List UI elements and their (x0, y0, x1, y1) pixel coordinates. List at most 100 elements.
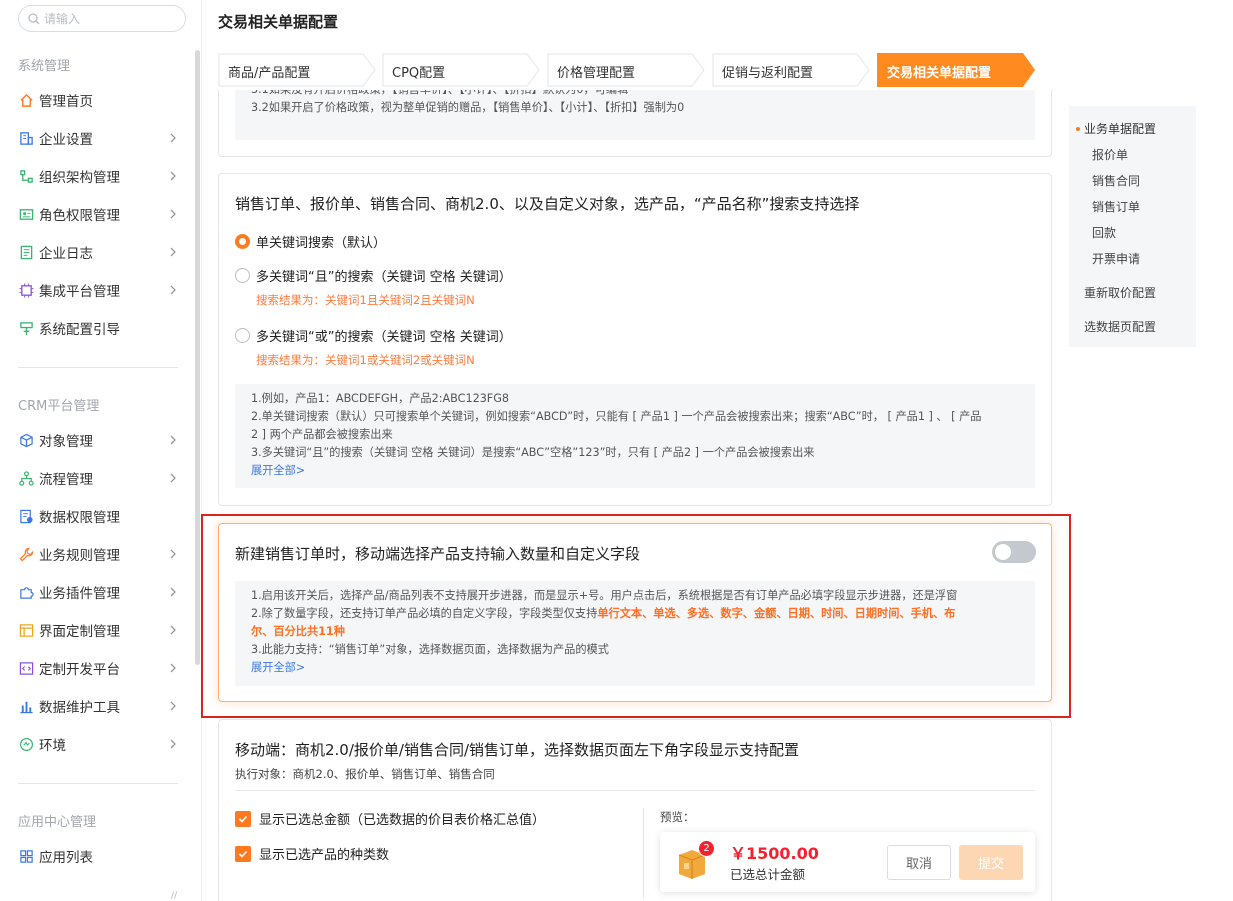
sidebar: 系统管理 管理首页 企业设置 组织架构管理 角色权限管理 企业日志 集成平台 (0, 0, 202, 901)
sidebar-item-role[interactable]: 角色权限管理 (18, 199, 183, 229)
sidebar-item-label: 企业日志 (39, 246, 93, 262)
environment-icon (18, 736, 34, 752)
chip-icon (18, 282, 34, 298)
chevron-right-icon (170, 473, 176, 483)
checkbox-checked-icon (235, 845, 251, 862)
page-title: 交易相关单据配置 (218, 13, 339, 31)
sidebar-item-ui-custom[interactable]: 界面定制管理 (18, 615, 183, 645)
radio-unchecked-icon (235, 328, 250, 343)
sidebar-item-label: 业务插件管理 (39, 586, 120, 602)
home-icon (18, 92, 34, 108)
sidebar-item-home[interactable]: 管理首页 (18, 85, 183, 115)
anchor-item-invoice[interactable]: 开票申请 (1092, 250, 1140, 267)
sidebar-item-app-list[interactable]: 应用列表 (18, 841, 183, 871)
sidebar-item-label: 对象管理 (39, 434, 93, 450)
sidebar-item-data-tool[interactable]: 数据维护工具 (18, 691, 183, 721)
sidebar-item-label: 应用列表 (39, 850, 93, 866)
sidebar-item-label: 界面定制管理 (39, 624, 120, 640)
submit-button[interactable]: 提交 (959, 845, 1023, 880)
sidebar-divider (18, 367, 178, 368)
preview-card: 2 ￥1500.00 已选总计金额 取消 提交 (660, 832, 1035, 892)
anchor-item-payment[interactable]: 回款 (1092, 224, 1116, 241)
radio-or-keyword[interactable]: 多关键词“或”的搜索（关键词 空格 关键词） (235, 326, 512, 345)
anchor-item-select-data[interactable]: 选数据页配置 (1084, 318, 1156, 335)
sidebar-item-company[interactable]: 企业设置 (18, 123, 183, 153)
preview-label: 预览： (660, 810, 695, 824)
expand-all-link[interactable]: 展开全部> (251, 464, 305, 477)
cancel-button[interactable]: 取消 (887, 845, 951, 880)
puzzle-icon (18, 584, 34, 600)
chevron-right-icon (170, 247, 176, 257)
resize-handle-icon[interactable]: // (171, 891, 177, 901)
checkbox-product-count[interactable]: 显示已选产品的种类数 (235, 844, 389, 863)
total-amount: ￥1500.00 (730, 844, 819, 863)
anchor-nav: 业务单据配置 报价单 销售合同 销售订单 回款 开票申请 重新取价配置 选数据页… (1069, 106, 1196, 347)
sidebar-item-label: 管理首页 (39, 94, 93, 110)
anchor-item-reprice[interactable]: 重新取价配置 (1084, 284, 1156, 301)
grid-icon (18, 848, 34, 864)
sidebar-item-config-guide[interactable]: 系统配置引导 (18, 313, 183, 343)
chevron-right-icon (170, 625, 176, 635)
radio-unchecked-icon (235, 268, 250, 283)
chevron-right-icon (170, 209, 176, 219)
chevron-right-icon (170, 133, 176, 143)
tip-line: 1.例如，产品1：ABCDEFGH，产品2:ABC123FG8 (251, 392, 510, 405)
sidebar-item-integration[interactable]: 集成平台管理 (18, 275, 183, 305)
org-chart-icon (18, 168, 34, 184)
search-icon (28, 12, 40, 24)
sidebar-item-label: 业务规则管理 (39, 548, 120, 564)
sidebar-item-log[interactable]: 企业日志 (18, 237, 183, 267)
flow-icon (18, 470, 34, 486)
step-product-config[interactable]: 商品/产品配置 (218, 53, 376, 87)
sidebar-search[interactable] (18, 5, 186, 32)
chevron-right-icon (170, 663, 176, 673)
code-icon (18, 660, 34, 676)
section-title-app-center: 应用中心管理 (18, 815, 97, 830)
sidebar-item-data-perm[interactable]: 数据权限管理 (18, 501, 183, 531)
card-title: 移动端：商机2.0/报价单/销售合同/销售订单，选择数据页面左下角字段显示支持配… (235, 741, 800, 759)
card-title: 销售订单、报价单、销售合同、商机2.0、以及自定义对象，选产品，“产品名称”搜索… (235, 195, 860, 213)
layout-icon (18, 622, 34, 638)
sidebar-item-object[interactable]: 对象管理 (18, 425, 183, 455)
wrench-icon (18, 546, 34, 562)
section-title-system: 系统管理 (18, 59, 71, 74)
radio-and-keyword[interactable]: 多关键词“且”的搜索（关键词 空格 关键词） (235, 266, 512, 285)
total-amount-label: 已选总计金额 (730, 867, 806, 882)
card-gift-price: 3.1如果没有开启价格政策，【销售单价】、【小计】、【折扣】默认为0，可编辑 3… (218, 90, 1052, 157)
main-content: 交易相关单据配置 商品/产品配置 CPQ配置 价格管理配置 促销与返利配置 交易… (202, 0, 1233, 901)
tip-line: 2.单关键词搜索（默认）只可搜索单个关键词，例如搜索“ABCD”时，只能有 [ … (251, 410, 982, 423)
sidebar-item-label: 数据权限管理 (39, 510, 120, 526)
sidebar-item-label: 系统配置引导 (39, 322, 120, 338)
sidebar-item-label: 组织架构管理 (39, 170, 120, 186)
bar-chart-icon (18, 698, 34, 714)
anchor-item-order[interactable]: 销售订单 (1092, 198, 1140, 215)
sidebar-item-label: 定制开发平台 (39, 662, 120, 678)
sidebar-item-dev-platform[interactable]: 定制开发平台 (18, 653, 183, 683)
sidebar-item-env[interactable]: 环境 (18, 729, 183, 759)
building-icon (18, 130, 34, 146)
chevron-right-icon (170, 171, 176, 181)
sidebar-item-label: 环境 (39, 738, 66, 754)
anchor-item-quote[interactable]: 报价单 (1092, 146, 1128, 163)
sidebar-item-org[interactable]: 组织架构管理 (18, 161, 183, 191)
search-input[interactable] (44, 11, 164, 26)
sidebar-item-biz-rule[interactable]: 业务规则管理 (18, 539, 183, 569)
anchor-item-contract[interactable]: 销售合同 (1092, 172, 1140, 189)
anchor-group-biz-docs[interactable]: 业务单据配置 (1084, 120, 1156, 137)
sidebar-item-label: 集成平台管理 (39, 284, 120, 300)
radio-single-keyword[interactable]: 单关键词搜索（默认） (235, 232, 386, 251)
sidebar-item-biz-plugin[interactable]: 业务插件管理 (18, 577, 183, 607)
sidebar-item-flow[interactable]: 流程管理 (18, 463, 183, 493)
sidebar-item-label: 角色权限管理 (39, 208, 120, 224)
step-promotion-config[interactable]: 促销与返利配置 (712, 53, 870, 87)
tip-line: 3.多关键词“且”的搜索（关键词 空格 关键词）是搜索“ABC”空格”123”时… (251, 446, 815, 459)
sidebar-divider (18, 783, 178, 784)
sidebar-scrollbar[interactable] (195, 50, 200, 665)
step-cpq-config[interactable]: CPQ配置 (382, 53, 540, 87)
checkbox-total-amount[interactable]: 显示已选总金额（已选数据的价目表价格汇总值） (235, 809, 545, 828)
step-price-config[interactable]: 价格管理配置 (547, 53, 705, 87)
radio-checked-icon (235, 234, 250, 249)
preview-divider (643, 808, 644, 898)
step-trade-doc-config[interactable]: 交易相关单据配置 (877, 53, 1035, 87)
active-dot-icon (1076, 127, 1080, 131)
